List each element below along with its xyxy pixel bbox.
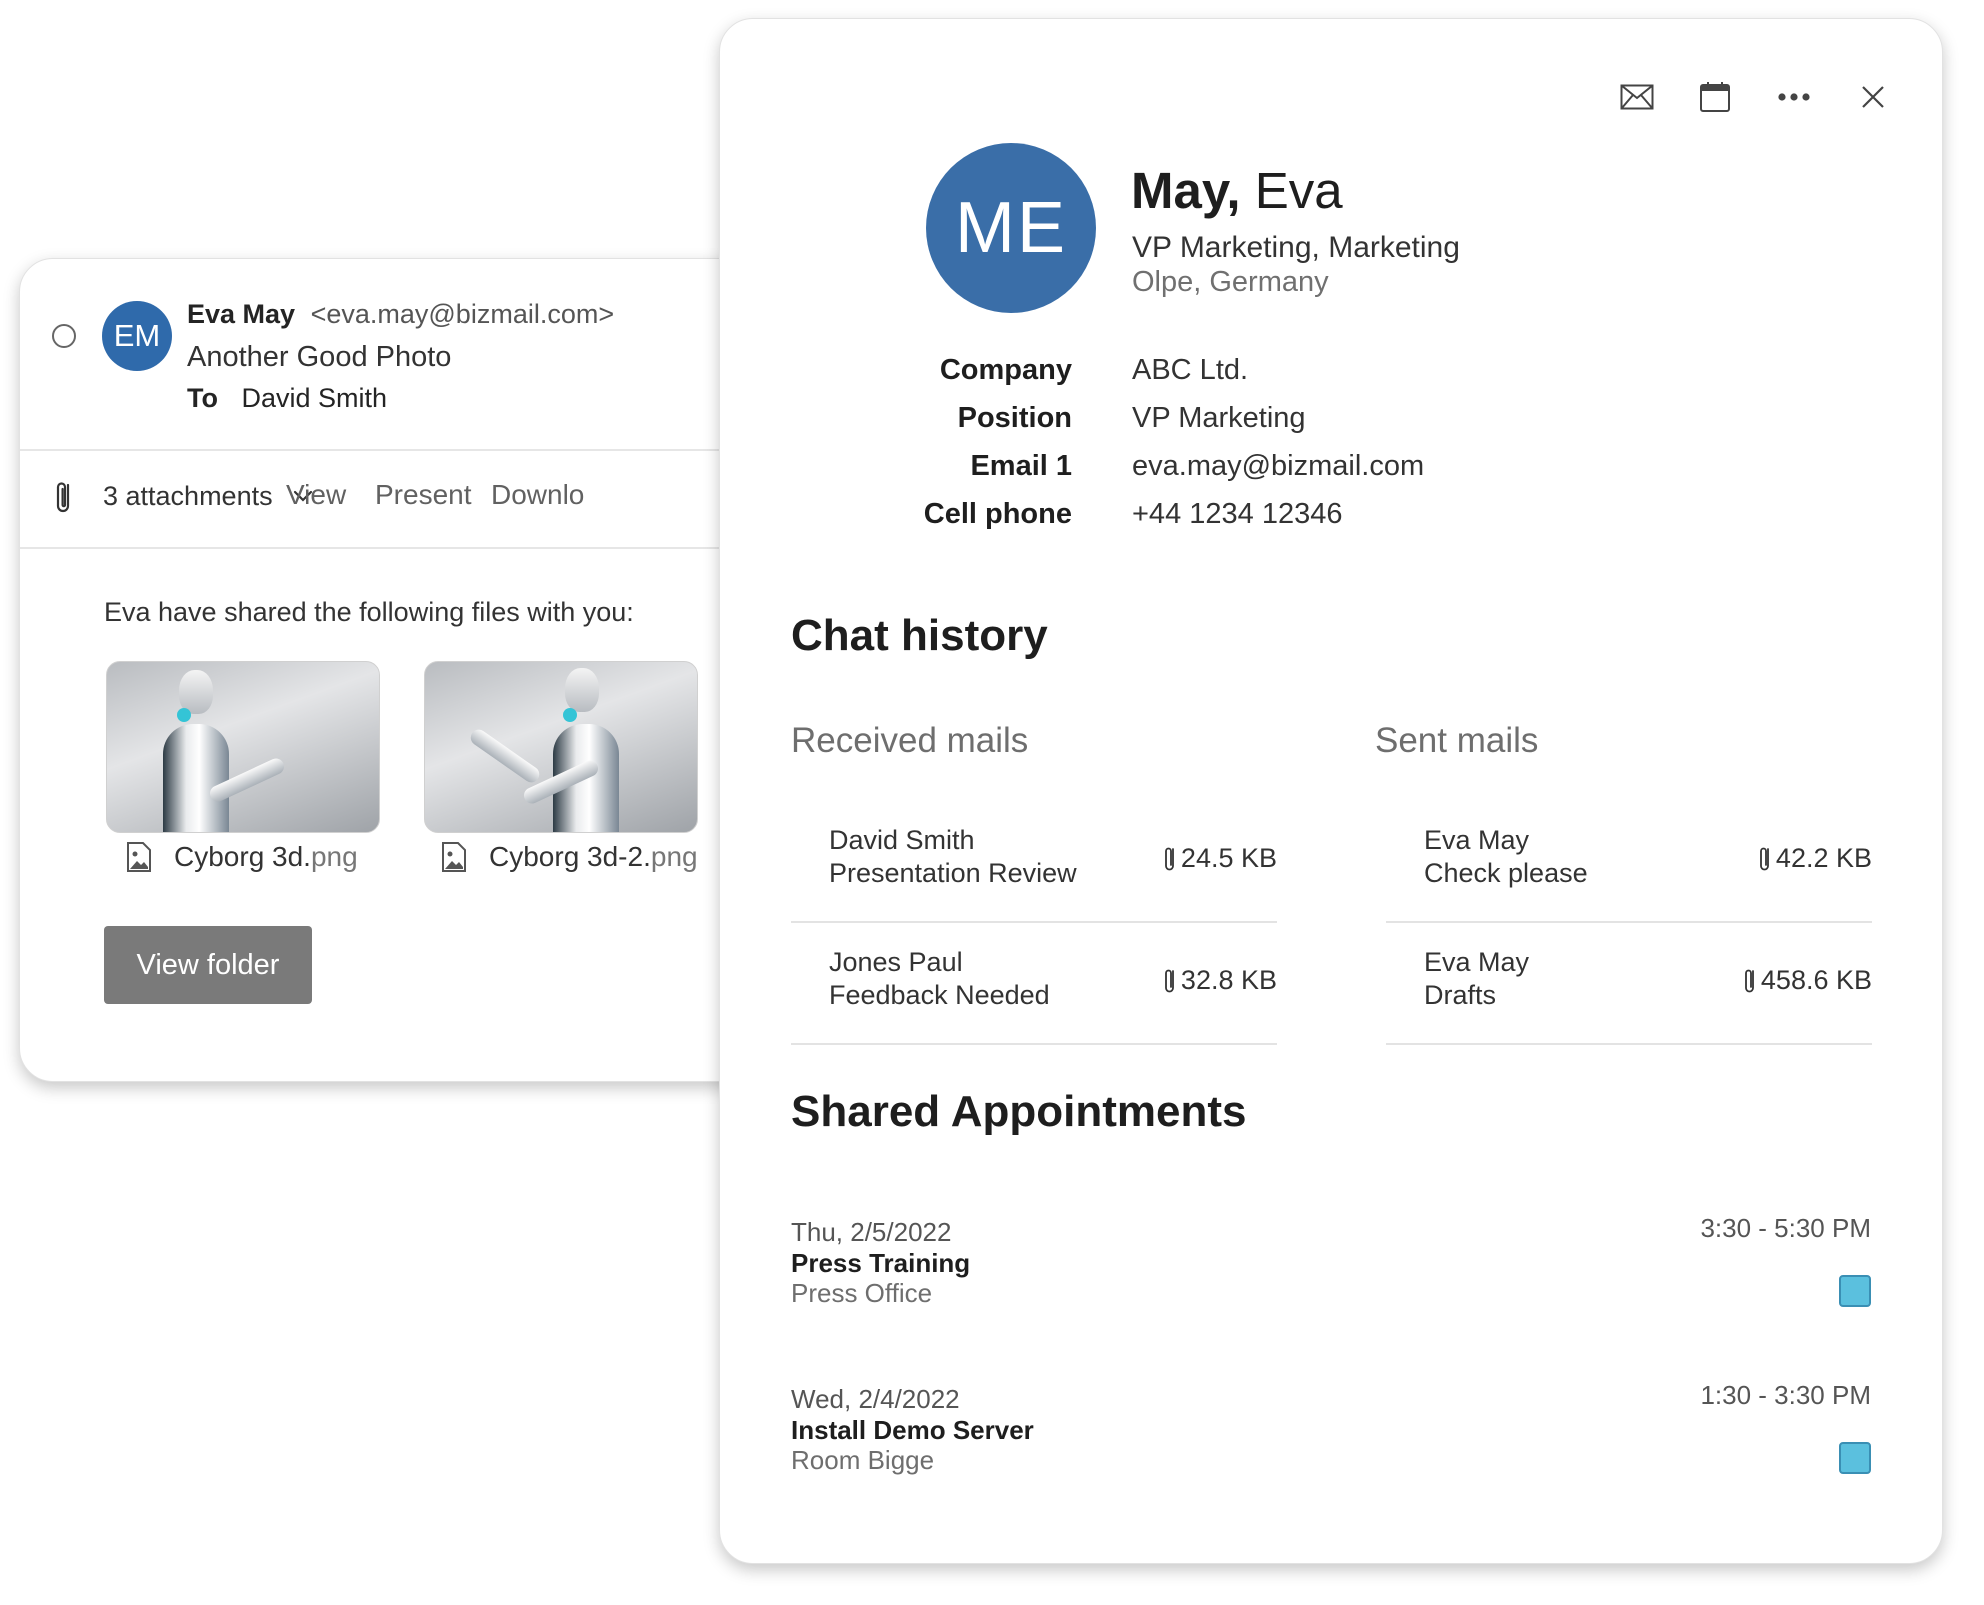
shared-appointments-heading: Shared Appointments xyxy=(791,1087,1247,1136)
file-extension: png xyxy=(650,841,698,872)
file-link[interactable]: Cyborg 3d-2. png xyxy=(441,841,698,873)
mail-subject: Presentation Review xyxy=(829,858,1077,888)
mail-subject: Check please xyxy=(1424,858,1588,888)
sent-mail-item[interactable]: Eva May Check please 42.2 KB xyxy=(1386,801,1872,923)
file-thumbnail[interactable] xyxy=(106,661,380,833)
mail-sender: Eva May xyxy=(1424,825,1530,855)
category-color-swatch xyxy=(1839,1275,1871,1307)
sender-avatar: EM xyxy=(102,301,172,371)
mail-size-value: 458.6 KB xyxy=(1760,965,1872,995)
paperclip-icon xyxy=(1165,969,1174,992)
recipient-name[interactable]: David Smith xyxy=(242,383,388,413)
file-name-base: Cyborg 3d-2. xyxy=(489,841,651,872)
appointment-location: Press Office xyxy=(791,1278,933,1308)
mail-subject: Feedback Needed xyxy=(829,980,1050,1010)
appointment-item[interactable]: Wed, 2/4/2022 Install Demo Server Room B… xyxy=(791,1380,1871,1514)
contact-name: May, Eva xyxy=(1131,161,1343,220)
email-value[interactable]: eva.may@bizmail.com xyxy=(1132,450,1424,483)
contact-location: Olpe, Germany xyxy=(1132,266,1329,298)
mail-icon xyxy=(1620,84,1654,110)
more-options-button[interactable] xyxy=(1774,77,1814,117)
attachment-divider xyxy=(20,547,780,549)
paperclip-icon xyxy=(1745,969,1754,992)
company-value: ABC Ltd. xyxy=(1132,354,1249,386)
contact-last-name: May, xyxy=(1131,162,1241,219)
download-button[interactable]: Downlo xyxy=(491,479,584,511)
appointment-location: Room Bigge xyxy=(791,1445,935,1475)
mail-sender: David Smith xyxy=(829,825,975,855)
to-line: To David Smith xyxy=(187,383,387,414)
mail-preview-card: EM Eva May <eva.may@bizmail.com> Another… xyxy=(19,258,781,1082)
cell-phone-value[interactable]: +44 1234 12346 xyxy=(1132,498,1342,531)
file-link[interactable]: Cyborg 3d. png xyxy=(126,841,358,873)
mail-sender: Jones Paul xyxy=(829,947,963,977)
appointment-time: 3:30 - 5:30 PM xyxy=(1700,1213,1871,1243)
close-icon xyxy=(1862,86,1884,108)
attachment-bar: 3 attachments View Present Downlo xyxy=(20,449,780,547)
chat-history-heading: Chat history xyxy=(791,611,1048,660)
sender-email: <eva.may@bizmail.com> xyxy=(310,299,615,329)
appointment-time: 1:30 - 3:30 PM xyxy=(1700,1380,1871,1410)
mail-size-value: 42.2 KB xyxy=(1775,843,1872,873)
view-folder-button[interactable]: View folder xyxy=(104,926,312,1004)
schedule-meeting-button[interactable] xyxy=(1695,77,1735,117)
company-label: Company xyxy=(939,354,1072,386)
close-button[interactable] xyxy=(1853,77,1893,117)
mail-subject: Drafts xyxy=(1424,980,1497,1010)
sent-mails-heading: Sent mails xyxy=(1375,721,1539,760)
paperclip-icon xyxy=(56,482,70,513)
mail-sender: Eva May xyxy=(1424,947,1530,977)
mail-size: 458.6 KB xyxy=(1743,965,1872,996)
shared-files-text: Eva have shared the following files with… xyxy=(104,597,634,627)
file-extension: png xyxy=(310,841,358,872)
appointment-date: Wed, 2/4/2022 xyxy=(791,1384,960,1414)
image-file-icon xyxy=(127,842,151,872)
calendar-icon xyxy=(1700,82,1730,112)
cell-phone-label: Cell phone xyxy=(923,498,1072,530)
received-mails-heading: Received mails xyxy=(791,721,1029,760)
position-label: Position xyxy=(957,402,1072,434)
file-name-base: Cyborg 3d. xyxy=(174,841,311,872)
send-mail-button[interactable] xyxy=(1617,77,1657,117)
attachments-dropdown[interactable]: 3 attachments xyxy=(103,481,273,512)
contact-avatar: ME xyxy=(926,143,1096,313)
to-label: To xyxy=(187,383,218,413)
mail-size-value: 32.8 KB xyxy=(1180,965,1277,995)
sender-avatar-initials: EM xyxy=(113,318,161,353)
appointment-title: Install Demo Server xyxy=(791,1415,1034,1445)
from-line: Eva May <eva.may@bizmail.com> xyxy=(187,299,614,330)
appointment-item[interactable]: Thu, 2/5/2022 Press Training Press Offic… xyxy=(791,1213,1871,1347)
file-thumbnail[interactable] xyxy=(424,661,698,833)
mail-size-value: 24.5 KB xyxy=(1180,843,1277,873)
more-icon xyxy=(1778,93,1810,101)
view-button[interactable]: View xyxy=(286,479,346,511)
present-button[interactable]: Present xyxy=(375,479,472,511)
contact-job-title: VP Marketing, Marketing xyxy=(1132,231,1460,264)
sent-mail-item[interactable]: Eva May Drafts 458.6 KB xyxy=(1386,923,1872,1045)
mail-subject: Another Good Photo xyxy=(187,341,452,373)
mail-size: 42.2 KB xyxy=(1758,843,1872,874)
received-mail-item[interactable]: David Smith Presentation Review 24.5 KB xyxy=(791,801,1277,923)
sender-name[interactable]: Eva May xyxy=(187,299,295,329)
contact-avatar-initials: ME xyxy=(955,188,1067,268)
mail-size: 24.5 KB xyxy=(1163,843,1277,874)
paperclip-icon xyxy=(1760,847,1769,870)
mail-size: 32.8 KB xyxy=(1163,965,1277,996)
position-value: VP Marketing xyxy=(1132,402,1306,434)
contact-card: ME May, Eva VP Marketing, Marketing Olpe… xyxy=(719,18,1943,1564)
received-mail-item[interactable]: Jones Paul Feedback Needed 32.8 KB xyxy=(791,923,1277,1045)
appointment-title: Press Training xyxy=(791,1248,971,1278)
category-color-swatch xyxy=(1839,1442,1871,1474)
paperclip-icon xyxy=(1165,847,1174,870)
appointment-date: Thu, 2/5/2022 xyxy=(791,1217,952,1247)
email-label: Email 1 xyxy=(970,450,1072,482)
select-radio[interactable] xyxy=(52,324,76,348)
image-file-icon xyxy=(442,842,466,872)
contact-first-name: Eva xyxy=(1254,162,1343,219)
